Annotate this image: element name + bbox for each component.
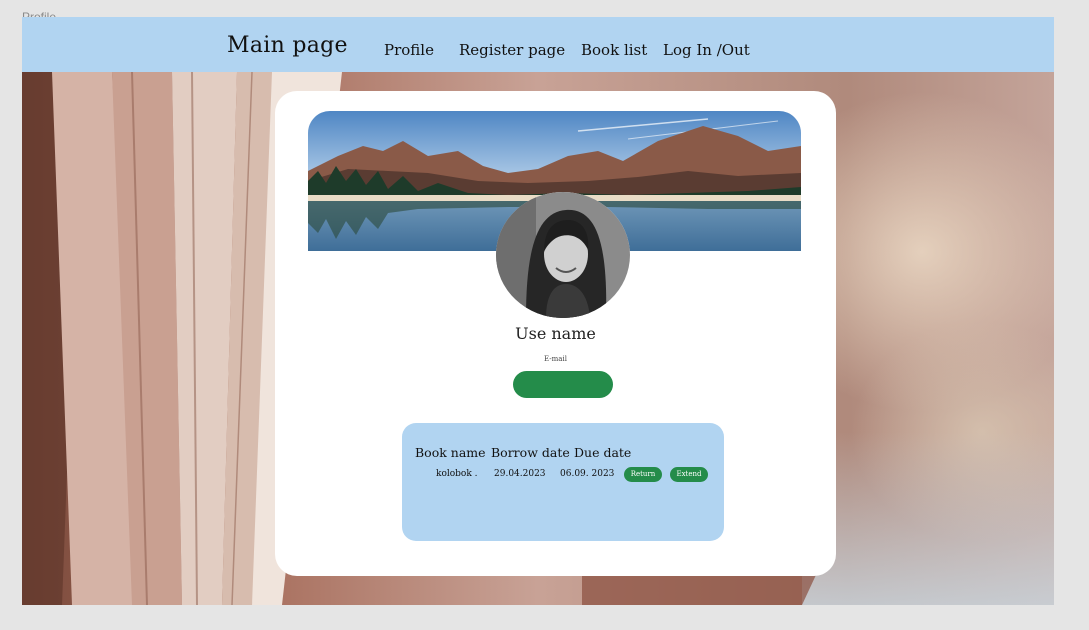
user-avatar: [496, 192, 630, 318]
return-button[interactable]: Return: [624, 467, 662, 482]
nav-book-list-link[interactable]: Book list: [581, 41, 647, 59]
row-book-name: kolobok .: [436, 469, 478, 479]
header-book-name: Book name: [415, 445, 486, 460]
nav-profile-link[interactable]: Profile: [384, 41, 434, 59]
row-due-date: 06.09. 2023: [560, 469, 615, 479]
row-borrow-date: 29.04.2023: [494, 469, 546, 479]
top-navbar: Main page Profile Register page Book lis…: [22, 17, 1054, 72]
profile-username: Use name: [515, 324, 596, 343]
profile-page-frame: Main page Profile Register page Book lis…: [22, 17, 1054, 605]
nav-login-logout-link[interactable]: Log In /Out: [663, 41, 750, 59]
borrowed-books-panel: Book name Borrow date Due date kolobok .…: [402, 423, 724, 541]
nav-main-page-link[interactable]: Main page: [227, 33, 348, 58]
profile-action-button[interactable]: [513, 371, 613, 398]
user-photo-image: [496, 192, 630, 318]
header-borrow-date: Borrow date: [491, 445, 570, 460]
profile-email: E-mail: [544, 355, 567, 363]
header-due-date: Due date: [574, 445, 632, 460]
profile-card: Use name E-mail Book name Borrow date Du…: [275, 91, 836, 576]
nav-register-link[interactable]: Register page: [459, 41, 565, 59]
extend-button[interactable]: Extend: [670, 467, 708, 482]
